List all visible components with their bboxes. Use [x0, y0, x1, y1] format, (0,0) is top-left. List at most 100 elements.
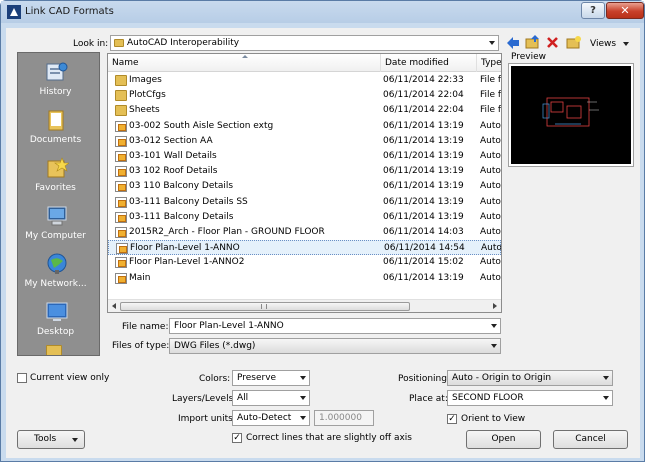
file-name-value: Floor Plan-Level 1-ANNO	[174, 321, 284, 331]
place-at-dropdown[interactable]: SECOND FLOOR	[447, 390, 613, 406]
link-cad-dialog: Link CAD Formats ? ✕ Look in: AutoCAD In…	[0, 0, 645, 462]
preview-label: Preview	[511, 52, 547, 62]
file-row[interactable]: 2015R2_Arch - Floor Plan - GROUND FLOOR 0…	[108, 225, 501, 240]
open-button[interactable]: Open	[466, 430, 541, 449]
file-name: 03-002 South Aisle Section extg	[129, 120, 274, 131]
history-icon	[46, 62, 68, 81]
tools-button[interactable]: Tools	[17, 430, 85, 449]
views-menu[interactable]: Views	[590, 39, 629, 49]
file-name: 03 102 Roof Details	[129, 166, 218, 177]
views-label: Views	[590, 39, 617, 49]
place-favorites[interactable]: Favorites	[18, 153, 99, 199]
file-row[interactable]: 03-111 Balcony Details SS 06/11/2014 13:1…	[108, 195, 501, 210]
column-header-date[interactable]: Date modified	[381, 54, 477, 72]
file-date: 06/11/2014 13:19	[383, 166, 464, 177]
place-at-value: SECOND FLOOR	[452, 393, 524, 403]
orient-to-view-checkbox[interactable]: ✓	[447, 414, 457, 424]
file-type: File f	[480, 90, 502, 101]
place-label: My Network...	[24, 279, 87, 289]
scale-input[interactable]: 1.000000	[314, 410, 374, 426]
file-row[interactable]: 03 110 Balcony Details 06/11/2014 13:19 Au…	[108, 179, 501, 194]
file-name-input[interactable]: Floor Plan-Level 1-ANNO	[169, 318, 501, 334]
delete-icon[interactable]	[546, 36, 559, 49]
dwg-file-icon	[115, 181, 127, 193]
file-name: 03-012 Section AA	[129, 135, 213, 146]
dwg-file-icon	[115, 257, 127, 269]
file-type: Auto	[480, 227, 501, 237]
colors-dropdown[interactable]: Preserve	[232, 370, 310, 386]
column-header-type[interactable]: Type	[477, 54, 501, 72]
place-documents[interactable]: Documents	[18, 105, 99, 151]
place-label: Documents	[29, 135, 82, 145]
folder-icon	[115, 90, 127, 102]
scroll-right-icon[interactable]	[493, 303, 497, 309]
import-units-label: Import units:	[178, 414, 236, 424]
dwg-file-icon	[115, 120, 127, 132]
current-view-only-checkbox[interactable]	[17, 373, 27, 383]
orient-to-view-label: Orient to View	[461, 414, 526, 424]
preview-panel	[508, 63, 634, 167]
file-row[interactable]: Main 06/11/2014 13:19 Auto	[108, 271, 501, 286]
correct-lines-checkbox[interactable]: ✓	[232, 433, 242, 443]
file-type: Auto	[480, 257, 501, 268]
back-arrow-icon[interactable]	[506, 36, 520, 50]
file-row[interactable]: PlotCfgs 06/11/2014 22:04 File f	[108, 88, 501, 103]
file-row-selected[interactable]: Floor Plan-Level 1-ANNO 06/11/2014 14:54 A…	[108, 240, 501, 256]
file-date: 06/11/2014 15:02	[383, 257, 464, 268]
folder-icon	[46, 345, 62, 355]
file-row[interactable]: Sheets 06/11/2014 22:04 File f	[108, 103, 501, 118]
file-row[interactable]: Images 06/11/2014 22:33 File f	[108, 73, 501, 88]
file-row[interactable]: 03 102 Roof Details 06/11/2014 13:19 Auto	[108, 164, 501, 179]
file-row[interactable]: 03-111 Balcony Details 06/11/2014 13:19 Au…	[108, 210, 501, 225]
file-name: Sheets	[129, 105, 160, 116]
dwg-file-icon	[115, 151, 127, 162]
file-row[interactable]: 03-002 South Aisle Section extg 06/11/201…	[108, 119, 501, 134]
dwg-file-icon	[115, 196, 127, 208]
cancel-button[interactable]: Cancel	[553, 430, 628, 449]
place-label: Desktop	[36, 327, 75, 337]
horizontal-scrollbar[interactable]	[108, 299, 501, 312]
file-list: Name Date modified Type Images 06/11/2014…	[107, 53, 502, 313]
up-folder-icon[interactable]	[525, 35, 541, 50]
place-my-network[interactable]: My Network...	[18, 249, 99, 295]
file-name: Floor Plan-Level 1-ANNO2	[129, 257, 245, 268]
file-row[interactable]: Floor Plan-Level 1-ANNO2 06/11/2014 15:02…	[108, 255, 501, 270]
dwg-file-icon	[115, 211, 127, 223]
file-name: Images	[129, 75, 162, 85]
chevron-down-icon	[622, 41, 629, 46]
close-button[interactable]: ✕	[606, 2, 644, 19]
layers-dropdown[interactable]: All	[232, 390, 310, 406]
file-name: 03-111 Balcony Details	[129, 211, 234, 222]
chevron-down-icon	[491, 344, 497, 348]
file-date: 06/11/2014 14:54	[384, 243, 465, 254]
import-units-dropdown[interactable]: Auto-Detect	[232, 410, 310, 426]
place-history[interactable]: History	[18, 57, 99, 103]
file-type: Auto	[480, 211, 501, 222]
files-of-type-dropdown[interactable]: DWG Files (*.dwg)	[169, 338, 501, 354]
file-name: 2015R2_Arch - Floor Plan - GROUND FLOOR	[129, 227, 325, 237]
positioning-label: Positioning:	[398, 374, 450, 384]
look-in-dropdown[interactable]: AutoCAD Interoperability	[110, 35, 499, 51]
file-row[interactable]: 03-012 Section AA 06/11/2014 13:19 Auto	[108, 134, 501, 149]
file-row[interactable]: 03-101 Wall Details 06/11/2014 13:19 Auto	[108, 149, 501, 164]
place-label: My Computer	[25, 231, 86, 241]
colors-label: Colors:	[199, 374, 231, 384]
revit-app-icon	[7, 5, 21, 19]
file-type: Auto	[480, 151, 501, 161]
help-button[interactable]: ?	[581, 2, 605, 19]
file-type: Auto	[480, 166, 501, 177]
favorites-icon	[47, 157, 69, 178]
dwg-file-icon	[115, 135, 127, 147]
drawing-preview-image	[511, 66, 631, 164]
place-desktop[interactable]: Desktop	[18, 297, 99, 343]
chevron-down-icon	[603, 396, 609, 400]
scroll-left-icon[interactable]	[112, 303, 116, 309]
place-label: Favorites	[35, 183, 76, 193]
scrollbar-thumb[interactable]	[120, 302, 410, 311]
correct-lines-label: Correct lines that are slightly off axis	[246, 433, 412, 443]
new-folder-icon[interactable]	[566, 35, 582, 50]
title-bar[interactable]: Link CAD Formats ? ✕	[1, 1, 644, 23]
layers-label: Layers/Levels:	[172, 394, 237, 404]
place-my-computer[interactable]: My Computer	[18, 201, 99, 247]
positioning-dropdown[interactable]: Auto - Origin to Origin	[447, 370, 613, 386]
